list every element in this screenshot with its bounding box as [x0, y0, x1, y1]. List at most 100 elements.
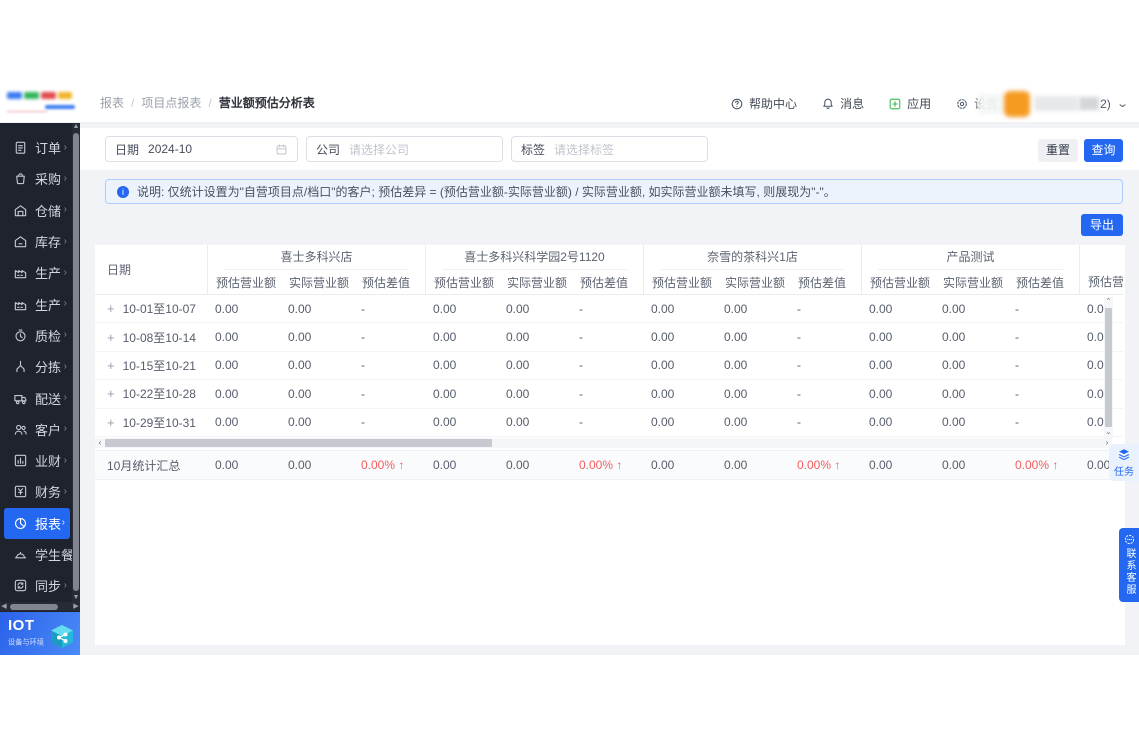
table-horizontal-scrollbar[interactable]: ‹ › [95, 438, 1112, 448]
app-logo[interactable] [5, 88, 77, 119]
scroll-up-arrow[interactable]: ▲ [72, 122, 80, 132]
orders-icon [13, 140, 28, 155]
value-cell: 0.00 [506, 358, 530, 373]
sidebar-vertical-scrollbar[interactable]: ▲ ▼ [72, 122, 80, 603]
inventory-icon [13, 234, 28, 249]
apps-button[interactable]: 应用 [888, 95, 931, 112]
gear-icon [955, 97, 969, 111]
sidebar-item-sync[interactable]: 同步 › [0, 570, 72, 601]
value-cell: 0.00 [724, 358, 748, 373]
expand-icon[interactable]: + [107, 358, 115, 373]
group-title: 奈雪的茶科兴1店 [660, 245, 845, 270]
summary-cell: 0.00 [506, 458, 530, 472]
company-label: 公司 [316, 142, 341, 157]
sidebar-item-delivery[interactable]: 配送 › [0, 382, 72, 413]
expand-icon[interactable]: + [107, 330, 115, 345]
date-cell: +10-15至10-21 [95, 357, 207, 374]
tasks-widget[interactable]: 任务 [1109, 444, 1139, 481]
company-select[interactable]: 公司 请选择公司 [306, 136, 503, 162]
summary-cell: 0.00 [942, 458, 966, 472]
table-header-group: 喜士多科兴科学园2号1120 预估营业额 实际营业额 预估差值 [425, 245, 643, 294]
value-cell: 0.00 [942, 330, 966, 345]
sidebar-item-production[interactable]: 生产 › [0, 257, 72, 288]
scroll-left-arrow[interactable]: ◀ [0, 602, 8, 611]
sidebar-item-quality[interactable]: 质检 › [0, 320, 72, 351]
chevron-right-icon: › [63, 172, 67, 184]
scroll-right-arrow[interactable]: ▶ [72, 602, 80, 611]
table-row: +10-15至10-21 0.00 0.00 - 0.00 0.00 - 0.00 0.00 - 0… [95, 352, 1123, 381]
value-cell: - [797, 386, 801, 401]
iot-subtitle: 设备与环境 [8, 638, 44, 647]
value-cell: 0.00 [433, 330, 457, 345]
logo-block [7, 92, 22, 99]
help-icon [730, 97, 744, 111]
sidebar-item-finance[interactable]: 财务 › [0, 476, 72, 507]
scroll-left-arrow[interactable]: ‹ [95, 438, 105, 448]
column-header: 实际营业额 [725, 276, 786, 290]
delivery-icon [13, 391, 28, 406]
sidebar-item-label: 同步 [35, 579, 62, 595]
redacted-username [1034, 96, 1079, 111]
sidebar-item-label: 报表 [35, 516, 62, 532]
sidebar-item-warehouse[interactable]: 仓储 › [0, 195, 72, 226]
sorting-icon [13, 359, 28, 374]
contact-support-widget[interactable]: 联系客服 [1119, 528, 1139, 602]
column-header: 预估差值 [1016, 276, 1065, 290]
scrollbar-thumb[interactable] [10, 603, 58, 610]
breadcrumb-current-page: 营业额预估分析表 [218, 96, 315, 110]
sidebar-item-sorting[interactable]: 分拣 › [0, 351, 72, 382]
sidebar-item-label: 学生餐 [35, 548, 75, 563]
export-button[interactable]: 导出 [1081, 214, 1123, 236]
value-cell: 0.00 [506, 386, 530, 401]
table-vertical-scrollbar[interactable]: ⌃ ⌄ [1104, 297, 1113, 438]
value-cell: 0.00 [433, 415, 457, 430]
messages-button[interactable]: 消息 [821, 95, 864, 112]
sidebar-item-student-meal[interactable]: 学生餐 [0, 539, 75, 570]
scrollbar-thumb[interactable] [105, 439, 492, 447]
sidebar-item-reports[interactable]: 报表 › [4, 507, 70, 539]
info-icon: i [117, 185, 129, 198]
sidebar-item-business-finance[interactable]: 业财 › [0, 445, 72, 476]
column-header: 实际营业额 [507, 276, 568, 290]
chevron-right-icon: › [63, 579, 67, 591]
scrollbar-thumb[interactable] [73, 133, 79, 591]
scroll-down-arrow[interactable]: ⌄ [1104, 428, 1113, 438]
value-cell: 0.00 [724, 301, 748, 316]
sidebar-item-customers[interactable]: 客户 › [0, 414, 72, 445]
chevron-right-icon: › [63, 298, 67, 310]
user-menu[interactable]: 2) ⌄ [978, 90, 1129, 117]
value-cell: 0.00 [724, 415, 748, 430]
scroll-up-arrow[interactable]: ⌃ [1104, 297, 1113, 307]
scrollbar-thumb[interactable] [1105, 308, 1112, 427]
sidebar-horizontal-scrollbar[interactable]: ◀ ▶ [0, 602, 80, 611]
sidebar-item-production-2[interactable]: 生产 › [0, 288, 72, 319]
query-button[interactable]: 查询 [1084, 139, 1123, 162]
sidebar-item-label: 仓储 [35, 203, 62, 219]
value-cell: 0.00 [651, 415, 675, 430]
table-row: +10-01至10-07 0.00 0.00 - 0.00 0.00 - 0.00 0.00 - 0… [95, 295, 1123, 324]
iot-banner[interactable]: IOT 设备与环境 [0, 612, 80, 655]
student-meal-icon [13, 547, 28, 562]
value-cell: 0.00 [651, 358, 675, 373]
expand-icon[interactable]: + [107, 386, 115, 401]
date-range: 10-01至10-07 [122, 302, 196, 317]
apps-icon [888, 97, 902, 111]
value-cell: - [361, 301, 365, 316]
date-picker[interactable]: 日期 2024-10 [105, 136, 298, 162]
value-cell: 0.00 [288, 330, 312, 345]
sidebar-item-inventory[interactable]: 库存 › [0, 226, 72, 257]
tag-select[interactable]: 标签 请选择标签 [511, 136, 708, 162]
expand-icon[interactable]: + [107, 301, 115, 316]
table-viewport: 日期 喜士多科兴店 预估营业额 实际营业额 预估差值 喜士多科兴科学园2号1120 预估营业… [95, 245, 1123, 437]
sidebar-item-purchase[interactable]: 采购 › [0, 163, 72, 194]
summary-label: 10月统计汇总 [107, 458, 181, 473]
breadcrumb-project-point-reports[interactable]: 项目点报表 [141, 96, 201, 110]
help-center-button[interactable]: 帮助中心 [730, 95, 797, 112]
breadcrumb-reports[interactable]: 报表 [100, 96, 124, 110]
top-bar: 报表/项目点报表/营业额预估分析表 帮助中心 消息 应用 设置 [0, 85, 1139, 123]
expand-icon[interactable]: + [107, 415, 115, 430]
value-cell: - [1015, 330, 1019, 345]
sidebar-item-orders[interactable]: 订单 › [0, 132, 72, 163]
reset-button[interactable]: 重置 [1038, 139, 1078, 162]
table-header-group: 预估营业额实际营业额预估差值 [1079, 245, 1123, 294]
